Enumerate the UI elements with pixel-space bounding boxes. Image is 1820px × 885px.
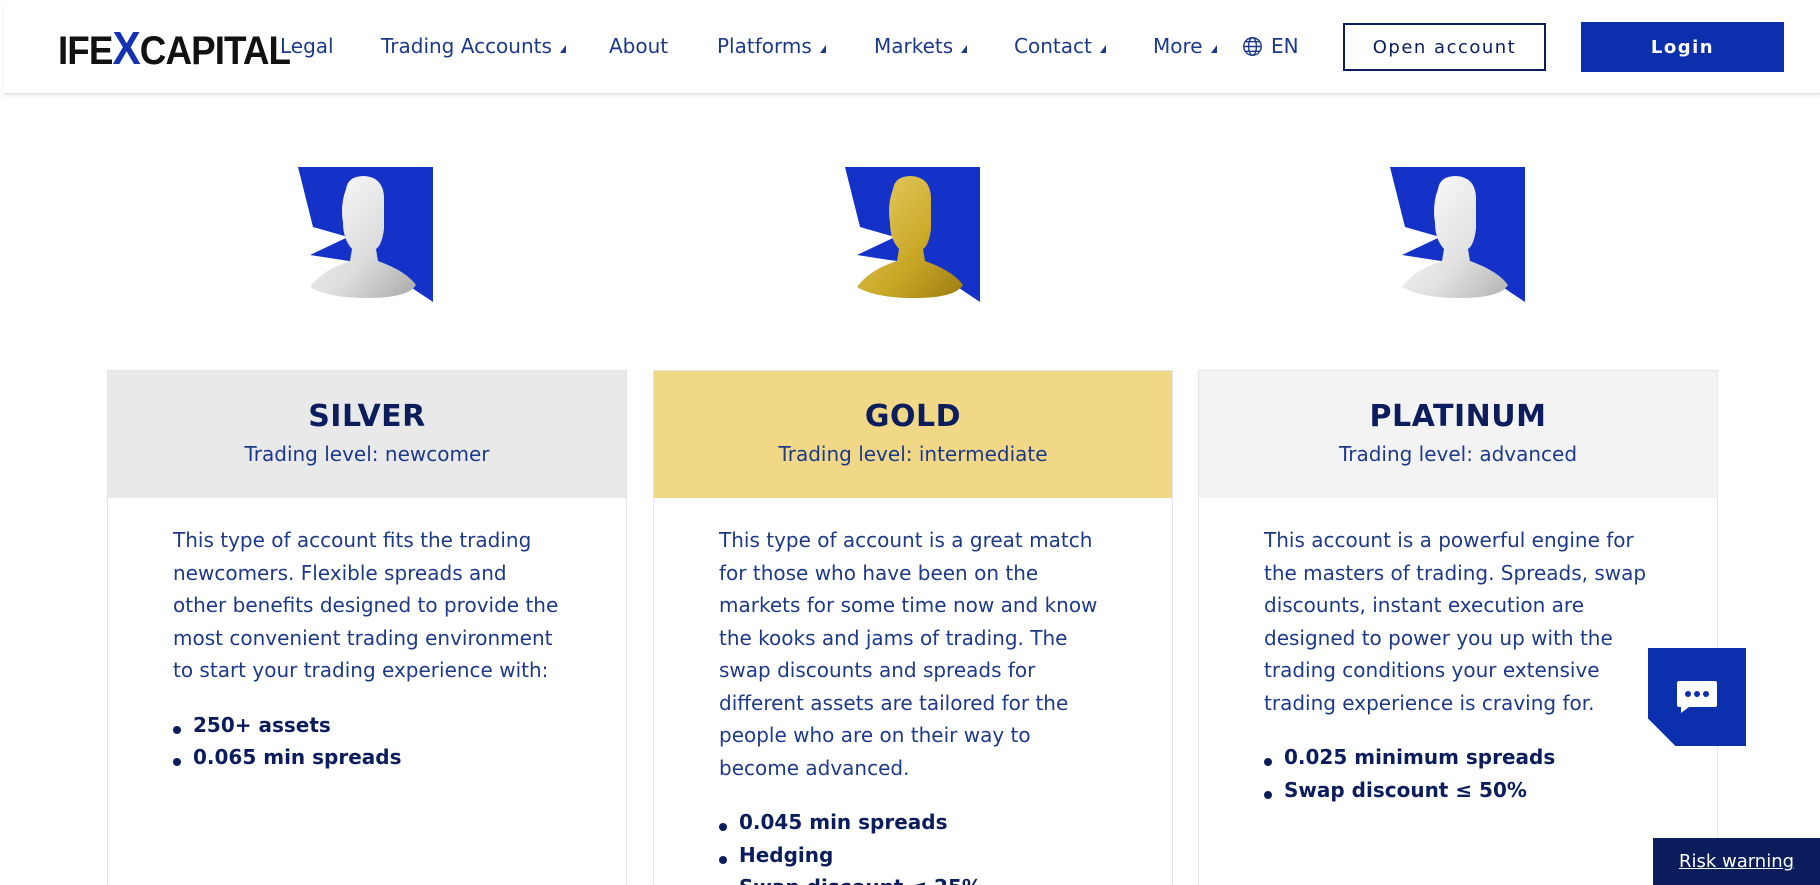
list-item: 0.065 min spreads	[173, 741, 562, 774]
caret-icon	[819, 45, 826, 53]
feature-list: 250+ assets 0.065 min spreads	[173, 709, 562, 774]
card-title: PLATINUM	[1369, 399, 1547, 434]
nav-contact[interactable]: Contact	[1014, 30, 1106, 62]
nav-more[interactable]: More	[1153, 30, 1217, 62]
list-item: 0.045 min spreads	[719, 806, 1108, 839]
login-button[interactable]: Login	[1581, 22, 1784, 72]
platinum-account-card: PLATINUM Trading level: advanced This ac…	[1198, 370, 1718, 885]
card-header: SILVER Trading level: newcomer	[108, 371, 626, 498]
card-level: Trading level: intermediate	[778, 442, 1048, 466]
platinum-avatar-icon	[1390, 167, 1525, 302]
card-body: This account is a powerful engine for th…	[1199, 498, 1717, 806]
nav-markets[interactable]: Markets	[874, 30, 968, 62]
globe-icon	[1243, 36, 1262, 56]
card-header: GOLD Trading level: intermediate	[654, 371, 1172, 498]
ifex-capital-logo[interactable]: IFEXCAPITAL	[58, 25, 291, 73]
gold-avatar-icon	[845, 167, 980, 302]
card-body: This type of account fits the trading ne…	[108, 498, 626, 774]
card-header: PLATINUM Trading level: advanced	[1199, 371, 1717, 498]
card-body: This type of account is a great match fo…	[654, 498, 1172, 885]
feature-list: 0.025 minimum spreads Swap discount ≤ 50…	[1264, 741, 1653, 806]
open-account-button[interactable]: Open account	[1343, 23, 1546, 71]
caret-icon	[961, 45, 968, 53]
page: IFEXCAPITAL Legal Trading Accounts About…	[0, 0, 1820, 885]
card-level: Trading level: advanced	[1338, 442, 1578, 466]
silver-avatar-icon	[298, 167, 433, 302]
nav-about[interactable]: About	[609, 30, 668, 62]
nav-trading-accounts[interactable]: Trading Accounts	[381, 30, 566, 62]
feature-list: 0.045 min spreads Hedging Swap discount …	[719, 806, 1108, 885]
list-item: Swap discount ≤ 50%	[1264, 774, 1653, 807]
risk-warning-link[interactable]: Risk warning	[1653, 838, 1820, 885]
card-title: SILVER	[308, 399, 426, 434]
caret-icon	[559, 45, 566, 53]
gold-account-card: GOLD Trading level: intermediate This ty…	[653, 370, 1173, 885]
card-level: Trading level: newcomer	[244, 442, 490, 466]
card-title: GOLD	[864, 399, 962, 434]
site-header: IFEXCAPITAL Legal Trading Accounts About…	[4, 0, 1820, 94]
list-item: Hedging	[719, 839, 1108, 872]
silver-account-card: SILVER Trading level: newcomer This type…	[107, 370, 627, 885]
list-item: Swap discount ≤ 25%	[719, 871, 1108, 885]
nav-platforms[interactable]: Platforms	[717, 30, 826, 62]
card-description: This account is a powerful engine for th…	[1264, 528, 1647, 715]
list-item: 0.025 minimum spreads	[1264, 741, 1653, 774]
nav-legal[interactable]: Legal	[280, 30, 334, 62]
caret-icon	[1099, 45, 1106, 53]
list-item: 250+ assets	[173, 709, 562, 742]
card-description: This type of account fits the trading ne…	[173, 528, 559, 682]
caret-icon	[1210, 45, 1217, 53]
live-chat-button[interactable]	[1648, 648, 1746, 746]
language-selector[interactable]: EN	[1242, 30, 1299, 62]
chat-bubble-icon	[1677, 681, 1717, 713]
card-description: This type of account is a great match fo…	[719, 528, 1098, 780]
